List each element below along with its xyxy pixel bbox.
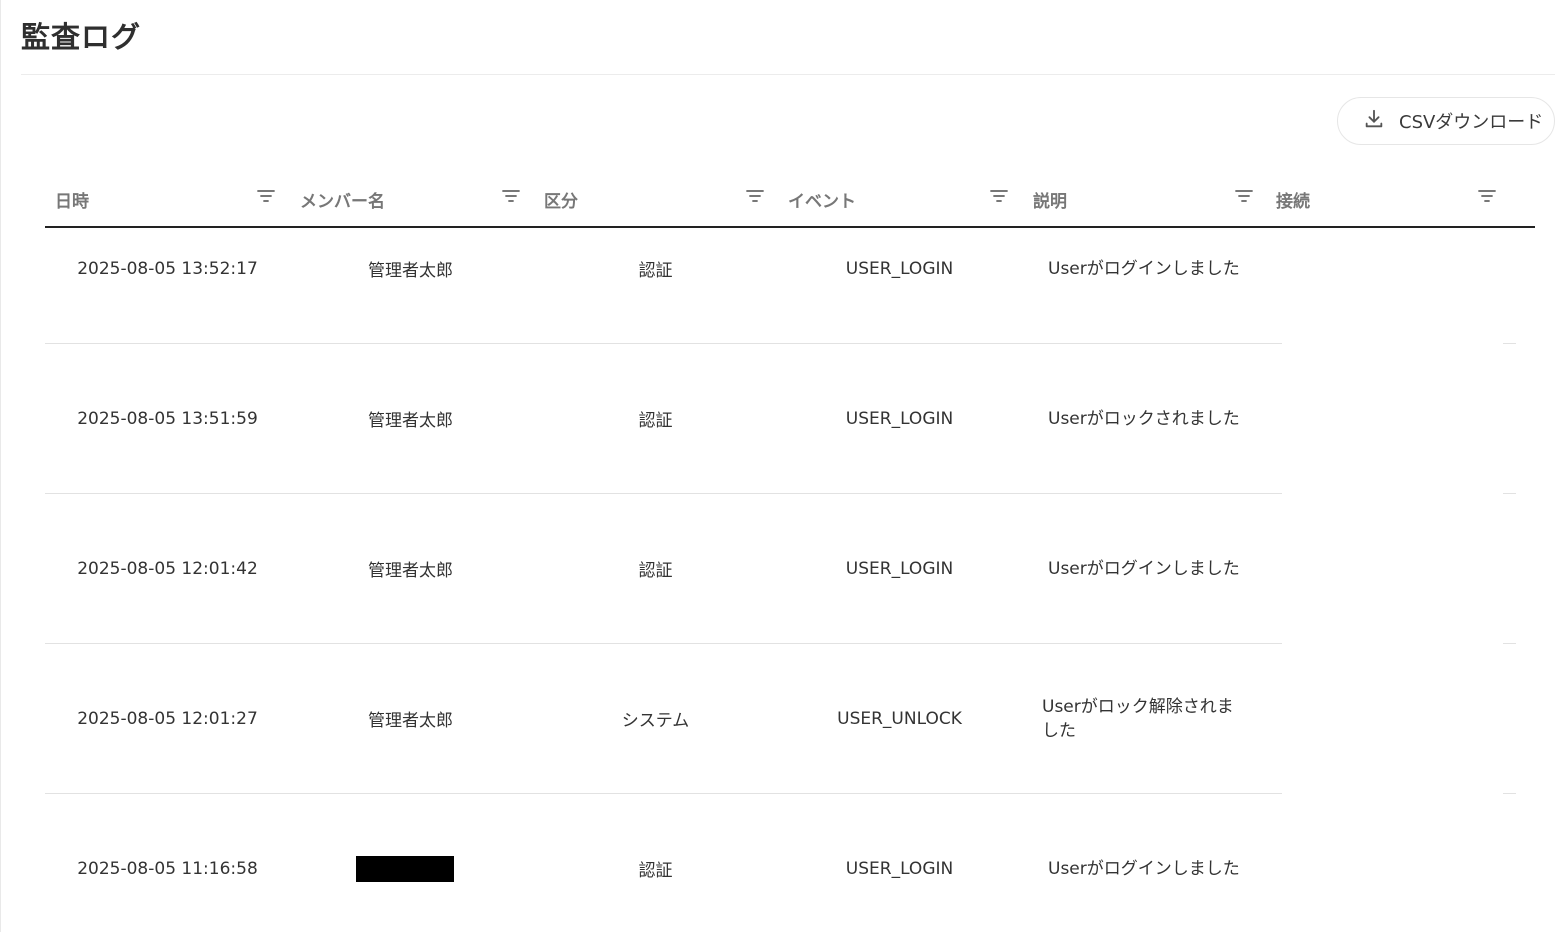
- row-divider: [1503, 343, 1516, 344]
- download-icon: [1363, 108, 1385, 135]
- cell-category: 認証: [638, 861, 673, 881]
- cell-description: Userがロックされました: [1048, 408, 1240, 429]
- cell-member: 管理者太郎: [368, 261, 453, 281]
- cell-category: 認証: [638, 411, 673, 431]
- cell-category: 認証: [638, 561, 673, 581]
- cell-datetime: 2025-08-05 12:01:42: [77, 558, 258, 579]
- table-row: 2025-08-05 13:51:59 管理者太郎 認証 USER_LOGIN …: [45, 344, 1282, 494]
- filter-icon[interactable]: [1478, 188, 1496, 208]
- redacted-block: [356, 855, 454, 882]
- csv-download-button[interactable]: CSVダウンロード: [1337, 97, 1555, 145]
- row-divider: [1503, 493, 1516, 494]
- cell-description: Userがログインしました: [1048, 558, 1240, 579]
- table-row: 2025-08-05 11:16:58 認証 USER_LOGIN Userがロ…: [45, 794, 1282, 943]
- table-row: 2025-08-05 12:01:42 管理者太郎 認証 USER_LOGIN …: [45, 494, 1282, 644]
- cell-member: 管理者太郎: [368, 561, 453, 581]
- cell-event: USER_LOGIN: [845, 408, 954, 429]
- cell-member: 管理者太郎: [368, 711, 453, 731]
- cell-member-redacted: [288, 794, 533, 943]
- page-title: 監査ログ: [21, 20, 142, 54]
- title-divider: [21, 74, 1555, 75]
- cell-datetime: 2025-08-05 12:01:27: [77, 708, 258, 729]
- row-divider: [1503, 643, 1516, 644]
- cell-event: USER_UNLOCK: [837, 708, 962, 729]
- table-row: 2025-08-05 13:52:17 管理者太郎 認証 USER_LOGIN …: [45, 194, 1282, 344]
- csv-download-label: CSVダウンロード: [1399, 112, 1544, 133]
- cell-datetime: 2025-08-05 11:16:58: [77, 858, 258, 879]
- table-row: 2025-08-05 12:01:27 管理者太郎 システム USER_UNLO…: [45, 644, 1282, 794]
- cell-description: Userがログインしました: [1048, 858, 1240, 879]
- cell-description: Userがロック解除されました: [1042, 696, 1234, 741]
- cell-event: USER_LOGIN: [845, 258, 954, 279]
- cell-event: USER_LOGIN: [845, 558, 954, 579]
- cell-datetime: 2025-08-05 13:52:17: [77, 258, 258, 279]
- cell-datetime: 2025-08-05 13:51:59: [77, 408, 258, 429]
- cell-event: USER_LOGIN: [845, 858, 954, 879]
- cell-description: Userがログインしました: [1048, 258, 1240, 279]
- column-header-connection[interactable]: 接続: [1266, 172, 1496, 224]
- row-divider: [1503, 793, 1516, 794]
- page-edge: [0, 0, 1, 932]
- cell-category: システム: [621, 711, 690, 731]
- cell-category: 認証: [638, 261, 673, 281]
- cell-member: 管理者太郎: [368, 411, 453, 431]
